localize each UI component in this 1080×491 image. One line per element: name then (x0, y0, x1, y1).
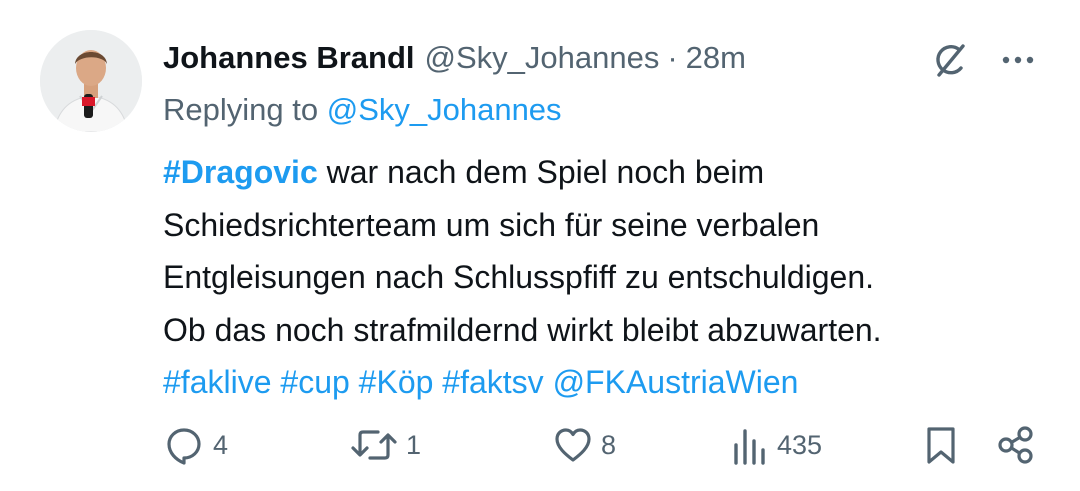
timestamp[interactable]: 28m (686, 40, 746, 76)
replying-to: Replying to @Sky_Johannes (163, 92, 562, 128)
like-button[interactable]: 8 (553, 420, 616, 470)
hashtag-link[interactable]: #Dragovic (163, 154, 318, 190)
tweet-line: Entgleisungen nach Schlusspfiff zu entsc… (163, 259, 874, 295)
mention-link[interactable]: @FKAustriaWien (553, 364, 799, 400)
replying-to-handle[interactable]: @Sky_Johannes (327, 92, 562, 127)
hashtag-link[interactable]: #faktsv (442, 364, 543, 400)
author-handle[interactable]: @Sky_Johannes (425, 40, 660, 76)
bookmark-icon (921, 424, 961, 466)
tweet-header: Johannes Brandl @Sky_Johannes · 28m (163, 36, 746, 80)
grok-icon (930, 40, 970, 80)
action-bar: 4 1 8 435 (0, 420, 1080, 470)
retweet-count: 1 (406, 429, 422, 460)
heart-icon (553, 425, 593, 465)
reply-icon (163, 424, 205, 466)
tweet-text-segment: war nach dem Spiel noch beim (317, 154, 765, 190)
share-icon (995, 424, 1037, 466)
tweet-tags-line: #faklive #cup #Köp #faktsv @FKAustriaWie… (163, 356, 1063, 409)
views-icon (731, 425, 769, 465)
hashtag-link[interactable]: #cup (280, 364, 349, 400)
like-count: 8 (601, 429, 617, 460)
replying-to-label: Replying to (163, 92, 327, 127)
views-button[interactable]: 435 (731, 420, 822, 470)
reply-button[interactable]: 4 (163, 420, 228, 470)
bookmark-button[interactable] (921, 420, 961, 470)
tweet: Johannes Brandl @Sky_Johannes · 28m Repl… (0, 0, 1080, 491)
hashtag-link[interactable]: #faklive (163, 364, 272, 400)
views-count: 435 (777, 429, 823, 460)
more-button[interactable] (994, 40, 1042, 80)
tweet-line: Ob das noch strafmildernd wirkt bleibt a… (163, 311, 882, 348)
avatar[interactable] (40, 30, 142, 132)
share-button[interactable] (995, 420, 1037, 470)
retweet-button[interactable]: 1 (350, 420, 421, 470)
retweet-icon (350, 424, 398, 466)
tweet-line: Schiedsrichterteam um sich für seine ver… (163, 206, 820, 243)
reply-count: 4 (213, 429, 229, 460)
grok-button[interactable] (930, 40, 970, 80)
more-icon (998, 54, 1038, 66)
hashtag-link[interactable]: #Köp (359, 364, 434, 400)
tweet-line: #Dragovic war nach dem Spiel noch beim (163, 146, 1063, 199)
author-name[interactable]: Johannes Brandl (163, 40, 415, 76)
header-separator: · (667, 40, 678, 75)
tweet-text: #Dragovic war nach dem Spiel noch beim S… (163, 146, 1063, 409)
